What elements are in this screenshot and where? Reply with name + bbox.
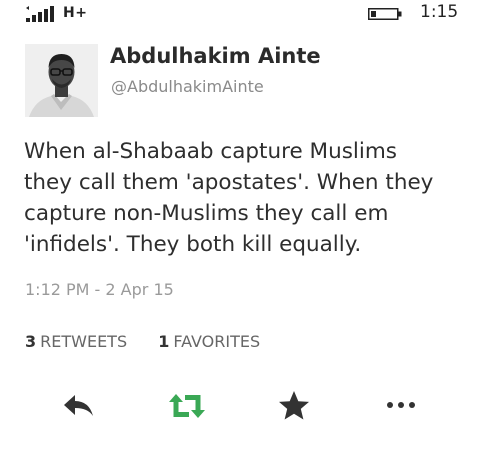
favorite-button[interactable] bbox=[276, 388, 312, 424]
retweet-icon bbox=[169, 394, 205, 418]
more-options-button[interactable] bbox=[383, 388, 419, 424]
tweet-text: When al-Shabaab capture Muslims they cal… bbox=[24, 136, 464, 260]
tweet-text-line: 'infidels'. They both kill equally. bbox=[24, 232, 362, 257]
favorites-stat[interactable]: 1 FAVORITES bbox=[158, 332, 260, 351]
favorites-count: 1 bbox=[158, 332, 170, 351]
retweet-button[interactable] bbox=[167, 388, 207, 424]
avatar-photo-icon bbox=[25, 44, 98, 117]
retweets-label: RETWEETS bbox=[40, 332, 128, 351]
signal-strength-icon bbox=[26, 6, 54, 22]
status-bar: H+ 1:15 bbox=[0, 0, 480, 30]
battery-icon bbox=[368, 8, 402, 20]
author-name[interactable]: Abdulhakim Ainte bbox=[110, 44, 321, 68]
tweet-actions bbox=[0, 388, 480, 424]
favorites-label: FAVORITES bbox=[173, 332, 261, 351]
star-icon bbox=[279, 391, 309, 420]
tweet-text-line: capture non-Muslims they call em bbox=[24, 201, 389, 226]
tweet-timestamp: 1:12 PM - 2 Apr 15 bbox=[25, 280, 174, 299]
reply-button[interactable] bbox=[61, 388, 97, 424]
reply-icon bbox=[64, 395, 93, 416]
avatar[interactable] bbox=[25, 44, 98, 117]
tweet-stats: 3 RETWEETS 1 FAVORITES bbox=[25, 332, 286, 351]
network-type: H+ bbox=[63, 5, 88, 21]
tweet-text-line: When al-Shabaab capture Muslims bbox=[24, 139, 398, 164]
more-icon bbox=[387, 402, 415, 408]
retweets-count: 3 bbox=[25, 332, 37, 351]
tweet-text-line: they call them 'apostates'. When they bbox=[24, 170, 434, 195]
status-time: 1:15 bbox=[420, 2, 459, 22]
retweets-stat[interactable]: 3 RETWEETS bbox=[25, 332, 127, 351]
author-handle[interactable]: @AbdulhakimAinte bbox=[111, 77, 264, 96]
